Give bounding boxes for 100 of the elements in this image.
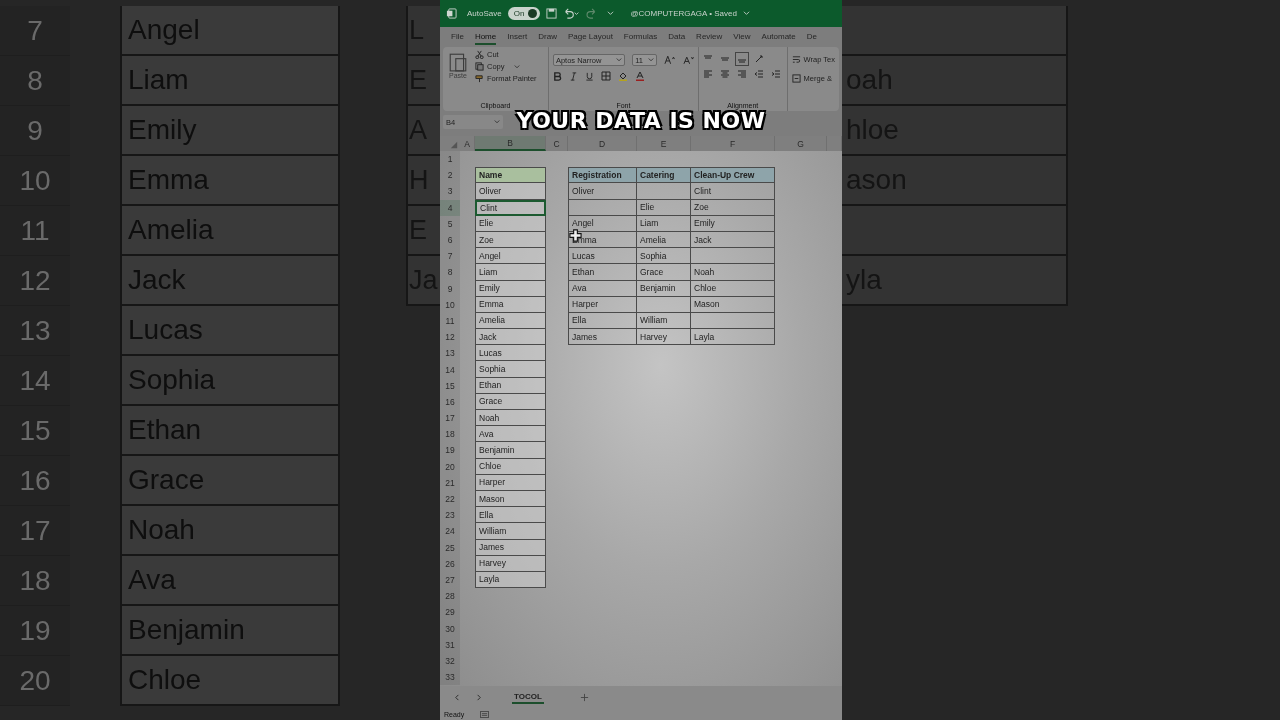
ribbon-tab[interactable]: Draw [538,29,557,45]
borders-icon[interactable] [600,71,611,81]
vertical-align-icon[interactable] [736,54,747,64]
table-cell[interactable]: James [475,539,546,556]
save-icon[interactable] [546,8,558,19]
row-number[interactable]: 23 [440,507,460,524]
ribbon-tab[interactable]: De [806,29,818,45]
row-number[interactable]: 28 [440,588,460,605]
row-number[interactable]: 6 [440,231,460,249]
table-cell[interactable]: Clint [475,199,546,216]
ribbon-tab[interactable]: Data [668,29,686,45]
row-number[interactable]: 18 [440,426,460,443]
row-number[interactable]: 25 [440,539,460,556]
select-all-icon[interactable] [450,141,458,149]
ribbon-tab[interactable]: Insert [507,29,528,45]
row-number[interactable]: 10 [440,296,460,313]
table-cell[interactable]: Ava [475,426,546,443]
row-number[interactable]: 8 [440,264,460,281]
row-number[interactable]: 33 [440,669,460,686]
column-header[interactable]: B [475,136,546,151]
table-cell: Noah [691,264,775,281]
table-cell[interactable]: Ella [475,507,546,524]
table-cell[interactable]: Benjamin [475,442,546,459]
row-number[interactable]: 29 [440,604,460,621]
accessibility-icon[interactable] [480,710,490,718]
sheet-tab[interactable]: TOCOL [512,690,544,704]
row-number[interactable]: 9 [440,280,460,297]
ribbon-tab[interactable]: Formulas [623,29,658,45]
font-color-icon[interactable] [634,71,645,81]
decrease-font-size-icon[interactable] [682,55,694,65]
caret-icon[interactable] [607,10,615,17]
italic-icon[interactable] [568,71,578,81]
row-number[interactable]: 5 [440,215,460,232]
row-number[interactable]: 15 [440,377,460,394]
table-cell[interactable]: Layla [475,571,546,589]
table-cell[interactable]: Harper [475,474,546,491]
row-number[interactable]: 19 [440,442,460,459]
table-cell[interactable]: Angel [475,248,546,265]
table-cell[interactable]: Liam [475,264,546,281]
row-number[interactable]: 11 [440,312,460,330]
row-number[interactable]: 22 [440,490,460,508]
text-align-icon[interactable] [719,69,730,79]
next-sheet-icon[interactable] [475,693,482,701]
row-number[interactable]: 24 [440,523,460,540]
previous-sheet-icon[interactable] [454,693,461,701]
copy-icon [475,62,484,71]
ribbon-tab[interactable]: View [733,29,751,45]
table-cell[interactable]: Emily [475,280,546,297]
ribbon-tab[interactable]: File [451,29,464,45]
row-number[interactable]: 14 [440,361,460,378]
text-align-icon[interactable] [736,69,747,79]
row-number[interactable]: 13 [440,345,460,362]
table-cell[interactable]: Chloe [475,458,546,475]
vertical-align-icon[interactable] [719,54,730,64]
row-number[interactable]: 20 [440,458,460,475]
table-cell[interactable]: Harvey [475,555,546,572]
table-cell[interactable]: Zoe [475,231,546,249]
chevron-icon[interactable] [742,10,750,17]
increase-font-size-icon[interactable] [664,55,676,65]
table-cell[interactable]: Noah [475,410,546,427]
row-number[interactable]: 4 [440,199,460,216]
add-sheet-icon[interactable] [579,692,589,702]
underline-icon[interactable] [584,71,594,81]
row-number[interactable]: 12 [440,329,460,346]
row-number[interactable]: 16 [440,393,460,410]
row-number[interactable]: 1 [440,151,460,168]
autosave-toggle[interactable]: On [507,7,541,20]
row-number[interactable]: 31 [440,636,460,653]
table-cell[interactable]: Mason [475,490,546,508]
row-number[interactable]: 32 [440,652,460,669]
row-number[interactable]: 26 [440,555,460,572]
row-number[interactable]: 17 [440,410,460,427]
ribbon-tab[interactable]: Automate [761,29,796,45]
ribbon-tab[interactable]: Review [696,29,723,45]
table-cell[interactable]: William [475,523,546,540]
increase-indent-icon[interactable] [770,69,781,79]
table-cell[interactable]: Lucas [475,345,546,362]
orientation-icon[interactable] [753,54,766,64]
text-align-icon[interactable] [702,69,713,79]
row-number[interactable]: 2 [440,167,460,184]
fill-color-icon[interactable] [617,71,628,81]
table-cell[interactable]: Oliver [475,183,546,200]
table-cell[interactable]: Grace [475,393,546,410]
row-number[interactable]: 21 [440,474,460,491]
row-number[interactable]: 27 [440,571,460,589]
table-cell[interactable]: Emma [475,296,546,313]
table-cell[interactable]: Ethan [475,377,546,394]
row-number[interactable]: 30 [440,620,460,637]
row-number[interactable]: 7 [440,248,460,265]
undo-icon[interactable] [563,8,580,19]
bold-icon[interactable] [552,71,562,81]
ribbon-tab[interactable]: Home [474,29,497,45]
paintbrush-icon [475,74,484,83]
ribbon-tab[interactable]: Page Layout [567,29,613,45]
table-cell[interactable]: Sophia [475,361,546,378]
table-cell[interactable]: Jack [475,329,546,346]
row-number[interactable]: 3 [440,183,460,200]
table-cell[interactable]: Amelia [475,312,546,330]
table-cell[interactable]: Elie [475,215,546,232]
decrease-indent-icon[interactable] [753,69,764,79]
